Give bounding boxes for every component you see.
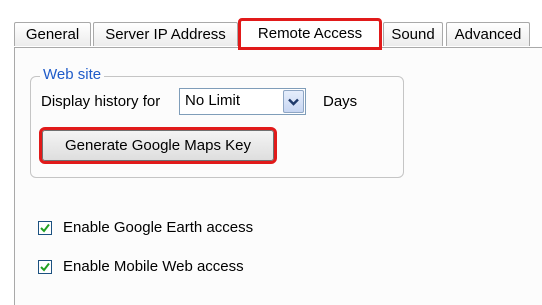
display-history-value: No Limit	[185, 92, 241, 109]
days-label: Days	[323, 93, 358, 110]
generate-google-maps-key-button[interactable]: Generate Google Maps Key	[39, 127, 277, 164]
tab-server-ip-address[interactable]: Server IP Address	[93, 22, 238, 46]
google-earth-label[interactable]: Enable Google Earth access	[63, 219, 253, 237]
tab-remote-access[interactable]: Remote Access	[238, 18, 382, 50]
checkmark-icon	[40, 262, 50, 272]
web-site-legend: Web site	[40, 66, 105, 84]
mobile-web-label[interactable]: Enable Mobile Web access	[63, 258, 244, 276]
tab-general[interactable]: General	[14, 22, 91, 46]
chevron-down-icon	[288, 98, 299, 106]
dropdown-button[interactable]	[283, 90, 304, 113]
checkmark-icon	[40, 223, 50, 233]
tab-sound[interactable]: Sound	[383, 22, 443, 46]
google-earth-checkbox[interactable]	[38, 221, 52, 235]
display-history-label: Display history for	[41, 93, 161, 110]
tab-advanced[interactable]: Advanced	[446, 22, 530, 46]
display-history-select[interactable]: No Limit	[179, 88, 306, 115]
mobile-web-checkbox[interactable]	[38, 260, 52, 274]
